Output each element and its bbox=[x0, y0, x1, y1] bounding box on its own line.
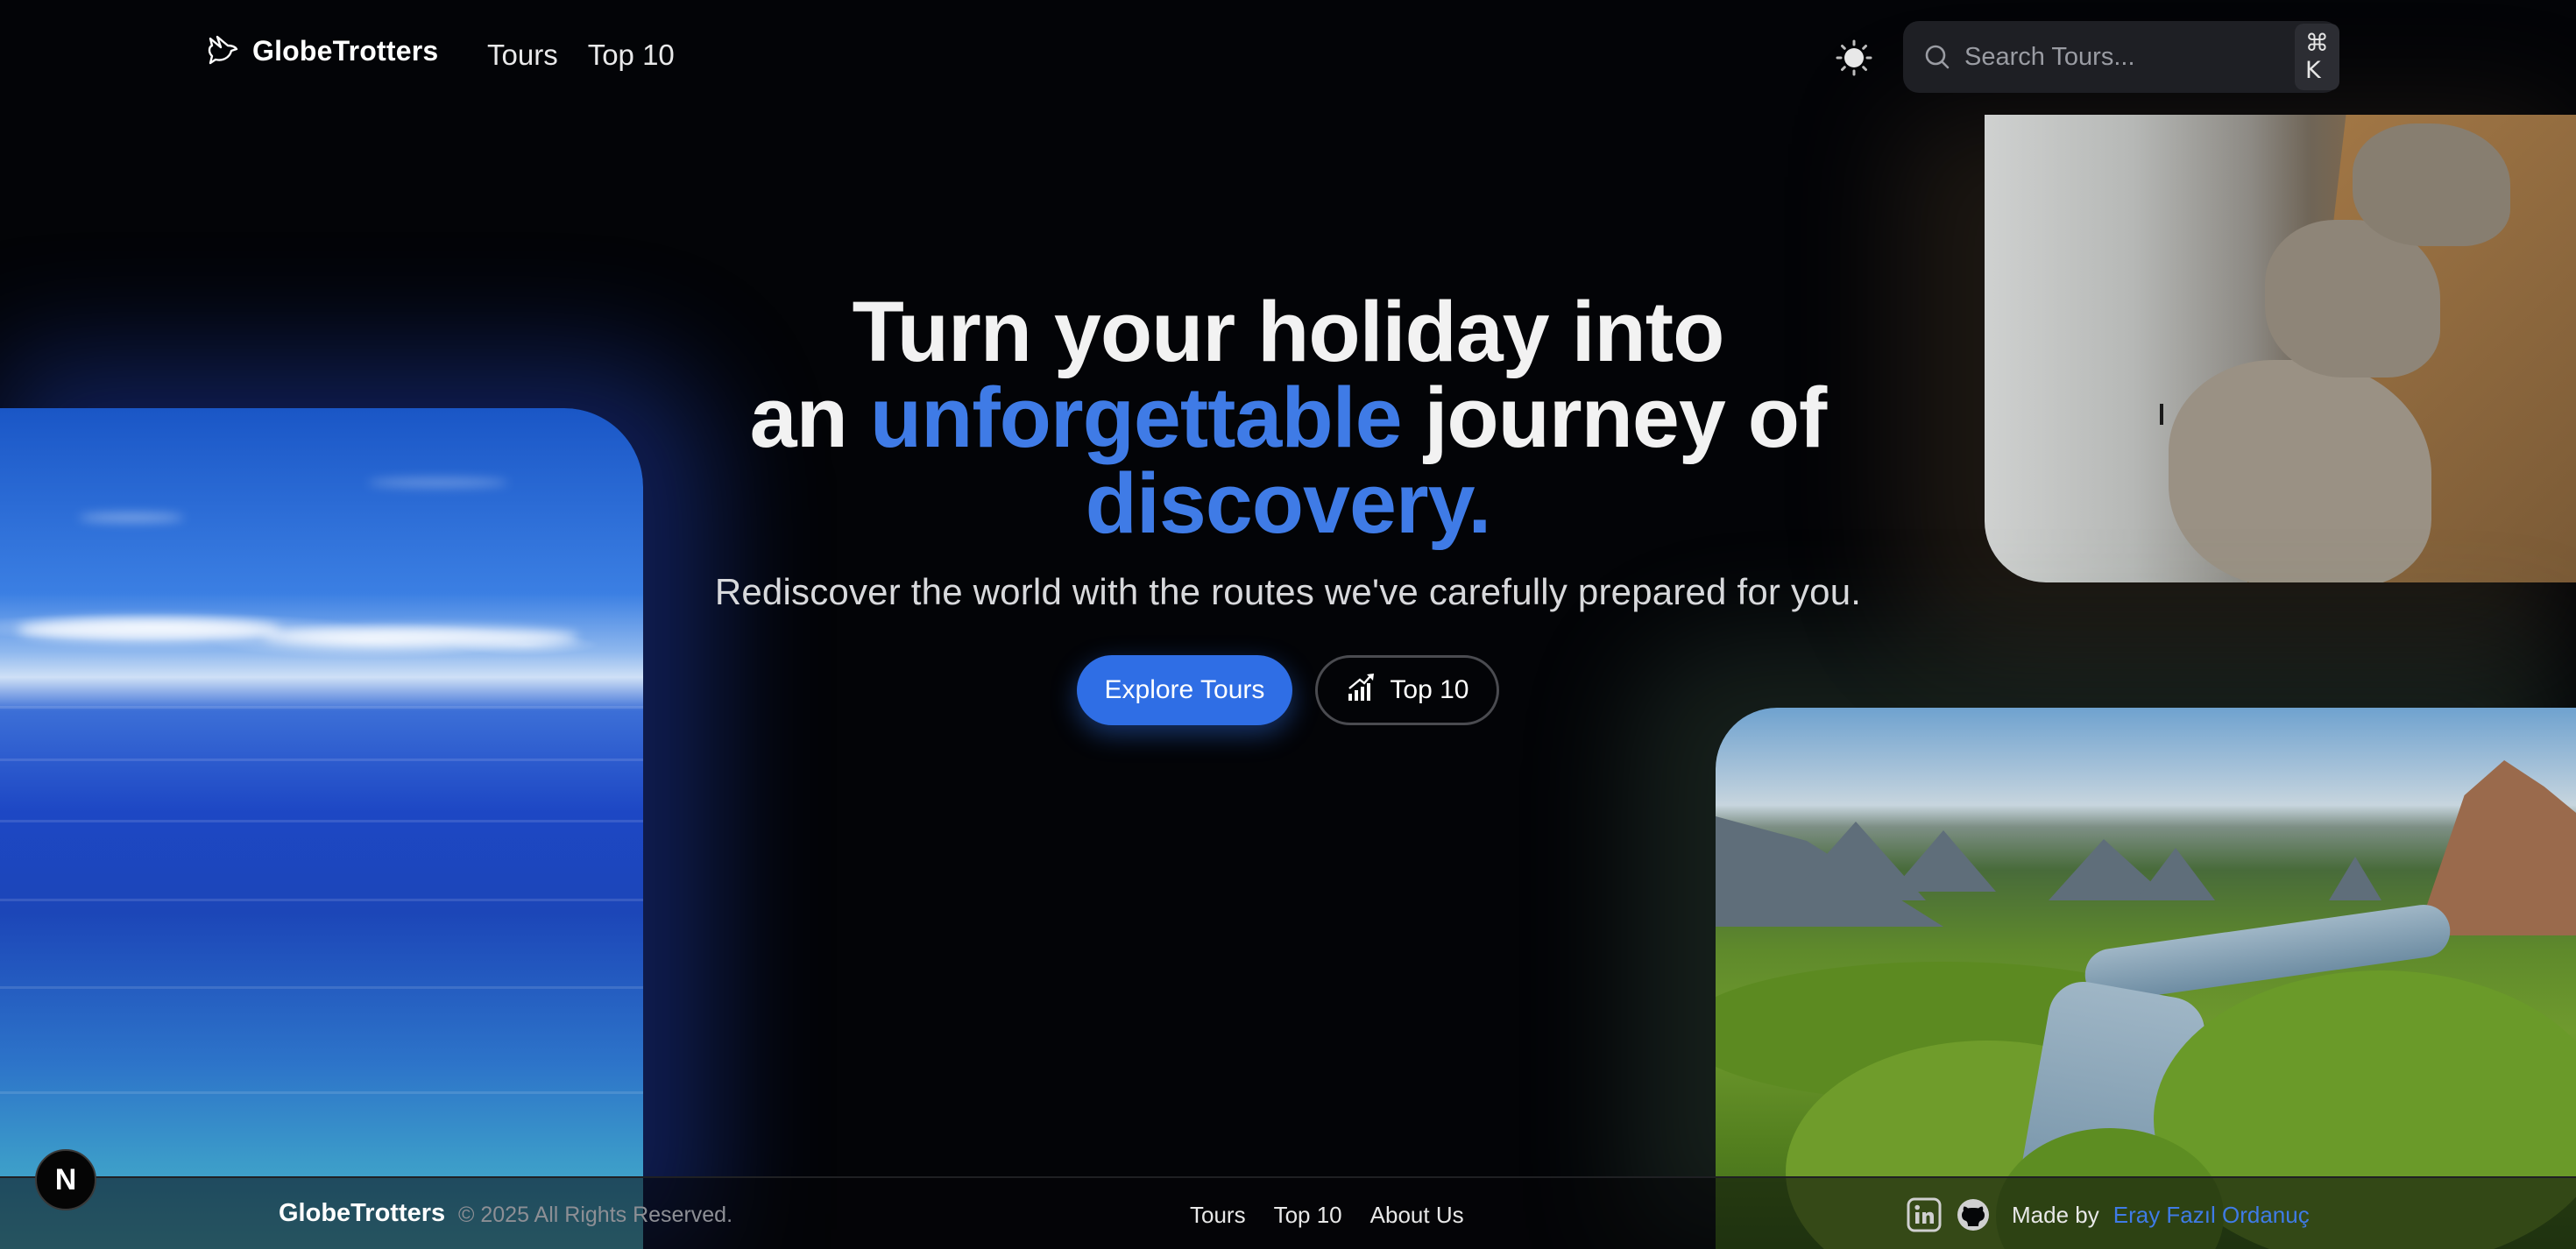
bird-logo-icon bbox=[205, 33, 240, 68]
theme-toggle-button[interactable] bbox=[1835, 39, 1873, 81]
search-box[interactable]: ⌘ K bbox=[1903, 21, 2339, 93]
chart-arrow-icon bbox=[1346, 671, 1377, 709]
author-link[interactable]: Eray Fazıl Ordanuç bbox=[2113, 1202, 2310, 1229]
nav-tours[interactable]: Tours bbox=[487, 39, 558, 72]
footer-social: Made by Eray Fazıl Ordanuç bbox=[1907, 1197, 2310, 1232]
main-nav: Tours Top 10 bbox=[487, 39, 675, 72]
page: GlobeTrotters Tours Top 10 Search Tours.… bbox=[0, 0, 2576, 1249]
made-by-label: Made by bbox=[2012, 1201, 2099, 1228]
footer-nav-tours[interactable]: Tours bbox=[1190, 1202, 1246, 1229]
hero-section: Turn your holiday into an unforgettable … bbox=[561, 289, 2015, 725]
framework-badge[interactable]: N bbox=[35, 1149, 96, 1210]
cliff-photo bbox=[1985, 115, 2576, 582]
hero-title-line1: Turn your holiday into bbox=[852, 284, 1725, 379]
footer-brand[interactable]: GlobeTrotters bbox=[279, 1199, 445, 1228]
hero-title-accent: unforgettable bbox=[869, 370, 1403, 465]
github-icon[interactable] bbox=[1956, 1197, 1991, 1232]
sun-icon bbox=[1835, 39, 1873, 81]
hero-title: Turn your holiday into an unforgettable … bbox=[561, 289, 2015, 547]
hero-subtitle: Rediscover the world with the routes we'… bbox=[714, 571, 1862, 612]
footer-nav-about-us[interactable]: About Us bbox=[1370, 1202, 1464, 1229]
search-shortcut-badge: ⌘ K bbox=[2295, 24, 2339, 90]
hero-title-prefix: an bbox=[749, 370, 848, 465]
hero-title-suffix: journey of bbox=[1424, 370, 1827, 465]
footer-nav: Tours Top 10 About Us bbox=[1190, 1202, 1464, 1229]
site-header: GlobeTrotters Tours Top 10 Search Tours.… bbox=[0, 0, 2576, 115]
nav-top-10[interactable]: Top 10 bbox=[588, 39, 675, 72]
hero-actions: Explore Tours Top 10 bbox=[561, 655, 2015, 725]
top-10-button-label: Top 10 bbox=[1390, 675, 1469, 704]
site-footer: GlobeTrotters © 2025 All Rights Reserved… bbox=[0, 1176, 2576, 1249]
brand-name: GlobeTrotters bbox=[252, 34, 439, 67]
search-input[interactable] bbox=[1964, 42, 2295, 72]
ocean-photo bbox=[0, 408, 643, 1249]
top-10-button[interactable]: Top 10 bbox=[1315, 655, 1500, 725]
footer-nav-top-10[interactable]: Top 10 bbox=[1274, 1202, 1342, 1229]
linkedin-icon[interactable] bbox=[1907, 1197, 1942, 1232]
brand[interactable]: GlobeTrotters bbox=[205, 33, 438, 68]
hero-title-line3: discovery. bbox=[1085, 455, 1492, 551]
search-icon bbox=[1922, 42, 1952, 72]
mangrove-photo bbox=[1716, 708, 2576, 1249]
explore-tours-button[interactable]: Explore Tours bbox=[1076, 655, 1293, 725]
footer-copyright: © 2025 All Rights Reserved. bbox=[458, 1203, 733, 1227]
